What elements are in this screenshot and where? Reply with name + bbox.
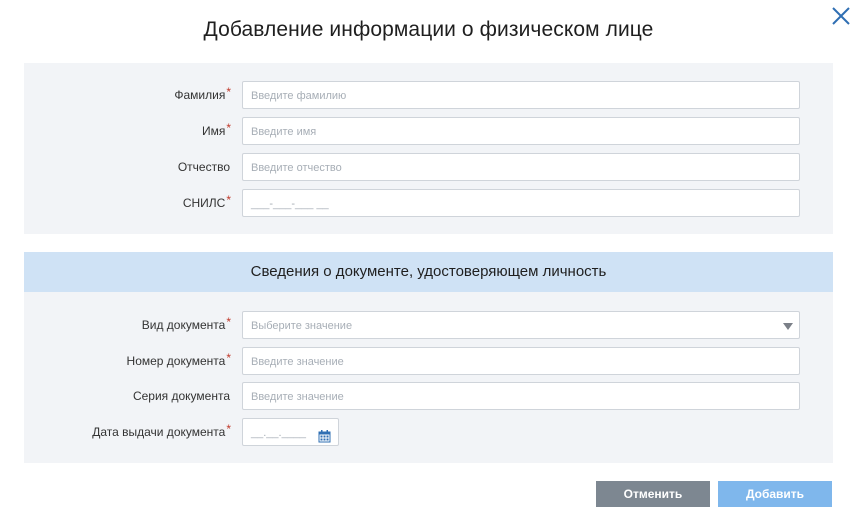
document-section-title: Сведения о документе, удостоверяющем лич… — [24, 252, 833, 292]
document-series-label: Серия документа — [132, 389, 230, 403]
calendar-icon[interactable] — [318, 426, 331, 443]
patronymic-input[interactable]: Введите отчество — [242, 153, 800, 181]
document-series-input[interactable]: Введите значение — [242, 382, 800, 410]
required-mark: * — [226, 351, 231, 365]
row-last-name: Фамилия* Введите фамилию — [24, 81, 833, 111]
document-number-label: Номер документа* — [126, 351, 231, 368]
last-name-input[interactable]: Введите фамилию — [242, 81, 800, 109]
required-mark: * — [226, 85, 231, 99]
dialog-title: Добавление информации о физическом лице — [203, 18, 654, 41]
issue-date-label: Дата выдачи документа* — [92, 422, 231, 439]
document-panel: Вид документа* Выберите значение Номер д… — [24, 292, 833, 463]
first-name-label: Имя* — [201, 121, 231, 138]
row-issue-date: Дата выдачи документа* __.__.____ — [24, 418, 833, 448]
document-type-label: Вид документа* — [141, 315, 231, 332]
snils-label: СНИЛС* — [182, 193, 231, 210]
required-mark: * — [226, 193, 231, 207]
row-patronymic: Отчество Введите отчество — [24, 153, 833, 183]
snils-input[interactable]: ___-___-___ __ — [242, 189, 800, 217]
issue-date-input[interactable]: __.__.____ — [242, 418, 339, 446]
required-mark: * — [226, 315, 231, 329]
row-document-number: Номер документа* Введите значение — [24, 347, 833, 377]
cancel-button[interactable]: Отменить — [596, 481, 710, 507]
required-mark: * — [226, 422, 231, 436]
document-number-input[interactable]: Введите значение — [242, 347, 800, 375]
row-document-type: Вид документа* Выберите значение — [24, 311, 833, 341]
add-button[interactable]: Добавить — [718, 481, 832, 507]
chevron-down-icon[interactable] — [783, 323, 793, 330]
issue-date-value: __.__.____ — [251, 427, 307, 439]
row-document-series: Серия документа Введите значение — [24, 382, 833, 412]
required-mark: * — [226, 121, 231, 135]
document-type-value: Выберите значение — [251, 320, 353, 332]
row-snils: СНИЛС* ___-___-___ __ — [24, 189, 833, 219]
document-type-select[interactable]: Выберите значение — [242, 311, 800, 339]
last-name-label: Фамилия* — [174, 85, 231, 102]
first-name-input[interactable]: Введите имя — [242, 117, 800, 145]
person-panel: Фамилия* Введите фамилию Имя* Введите им… — [24, 63, 833, 234]
row-first-name: Имя* Введите имя — [24, 117, 833, 147]
patronymic-label: Отчество — [177, 160, 230, 174]
